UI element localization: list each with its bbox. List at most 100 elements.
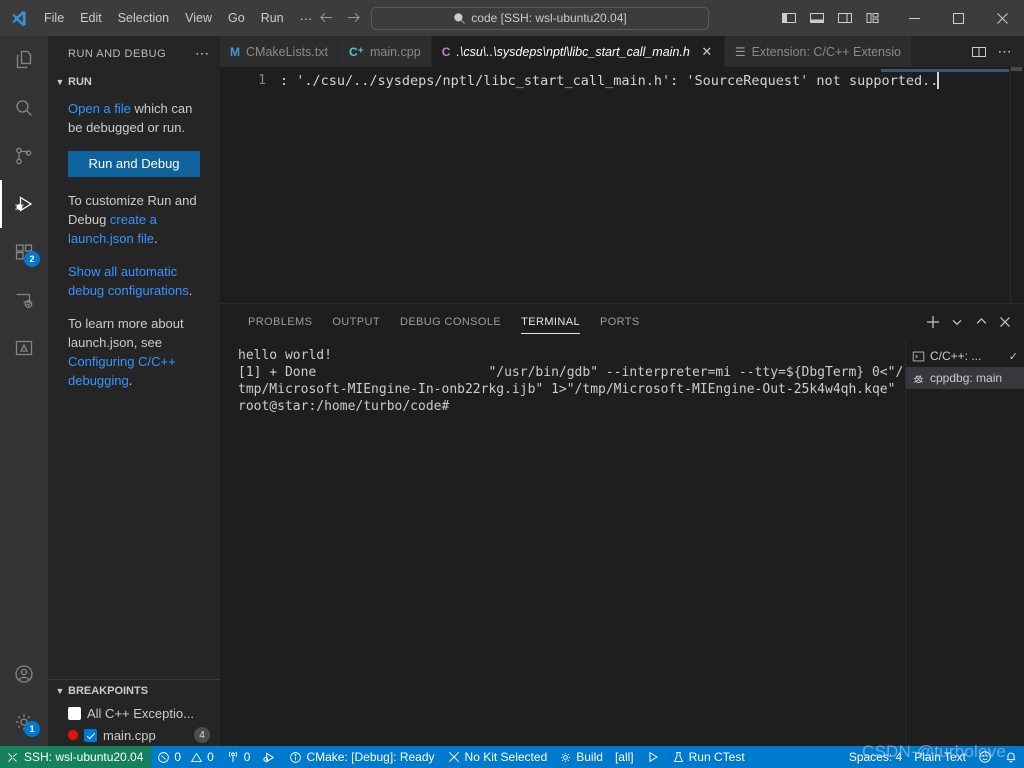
status-kit-select[interactable]: No Kit Selected <box>441 746 554 768</box>
configuring-cpp-debugging-link[interactable]: Configuring C/C++ debugging <box>68 354 176 388</box>
layout-controls <box>776 5 892 31</box>
panel-tab-ports[interactable]: PORTS <box>590 304 650 339</box>
status-radio-tower[interactable]: 0 <box>220 746 257 768</box>
sidebar-more-actions[interactable]: ⋯ <box>195 45 220 62</box>
minimap-line-marker <box>881 69 1009 72</box>
tab-main-cpp[interactable]: C⁺ main.cpp <box>338 36 432 67</box>
activity-manage-settings[interactable]: 1 <box>0 698 48 746</box>
radio-tower-count: 0 <box>243 750 251 764</box>
status-debug-alt[interactable] <box>256 746 283 768</box>
command-center[interactable]: code [SSH: wsl-ubuntu20.04] <box>371 6 709 30</box>
activity-remote-explorer[interactable] <box>0 276 48 324</box>
chevron-down-icon[interactable] <box>946 311 968 333</box>
tab-libc-start-call-main-h[interactable]: C .\csu\..\sysdeps\nptl\libc_start_call_… <box>431 36 725 67</box>
activity-extensions[interactable]: 2 <box>0 228 48 276</box>
activity-testing[interactable] <box>0 324 48 372</box>
new-terminal-icon[interactable] <box>922 311 944 333</box>
breakpoint-row-all-cpp-exceptions[interactable]: All C++ Exceptio... <box>48 702 220 724</box>
terminal-list-item-cppdbg-main[interactable]: cppdbg: main <box>906 367 1024 389</box>
breakpoint-row-main-cpp[interactable]: main.cpp 4 <box>48 724 220 746</box>
menu-run[interactable]: Run <box>253 0 292 36</box>
menu-go[interactable]: Go <box>220 0 253 36</box>
status-indentation[interactable]: Spaces: 4 <box>843 746 908 768</box>
tab-extension-c-cpp[interactable]: ☰ Extension: C/C++ Extensio <box>724 36 912 67</box>
extension-page-icon: ☰ <box>734 44 746 59</box>
menu-bar[interactable]: File Edit Selection View Go Run ⋯ <box>36 0 320 36</box>
cpp-file-icon: C⁺ <box>348 44 364 59</box>
play-icon <box>646 750 660 764</box>
title-bar-right <box>776 0 1024 36</box>
learn-more-pre: To learn more about launch.json, see <box>68 316 184 350</box>
breakpoints-label: BREAKPOINTS <box>68 685 149 697</box>
toggle-panel-icon[interactable] <box>804 5 830 31</box>
show-all-automatic-configs-link[interactable]: Show all automatic debug configurations <box>68 264 189 298</box>
status-language-mode[interactable]: Plain Text <box>908 746 972 768</box>
breakpoint-line-badge: 4 <box>194 727 210 743</box>
close-panel-icon[interactable] <box>994 311 1016 333</box>
toggle-primary-sidebar-icon[interactable] <box>776 5 802 31</box>
menu-edit[interactable]: Edit <box>72 0 110 36</box>
show-all-post: . <box>188 283 193 298</box>
split-editor-icon[interactable] <box>968 41 990 63</box>
editor-scrollbar[interactable] <box>881 67 1024 303</box>
chevron-down-icon: ▼ <box>55 77 65 87</box>
run-section-header[interactable]: ▼ RUN <box>48 71 220 93</box>
tab-cmakelists-txt[interactable]: M CMakeLists.txt <box>220 36 339 67</box>
panel-tab-output[interactable]: OUTPUT <box>322 304 390 339</box>
status-notifications[interactable] <box>998 746 1024 768</box>
remote-label: SSH: wsl-ubuntu20.04 <box>24 750 144 764</box>
status-run-ctest[interactable]: Run CTest <box>666 746 751 768</box>
menu-selection[interactable]: Selection <box>110 0 177 36</box>
window-close-button[interactable] <box>980 0 1024 36</box>
maximize-panel-icon[interactable] <box>970 311 992 333</box>
tabs-filler: ⋯ <box>911 36 1024 67</box>
panel-tab-debug-console[interactable]: DEBUG CONSOLE <box>390 304 511 339</box>
close-icon[interactable]: ✕ <box>700 44 714 60</box>
scrollbar-thumb[interactable] <box>1011 67 1022 71</box>
terminal-output[interactable]: hello world! [1] + Done "/usr/bin/gdb" -… <box>220 339 905 746</box>
status-build[interactable]: Build <box>553 746 609 768</box>
activity-bar: 2 1 <box>0 36 48 746</box>
search-icon <box>453 12 466 25</box>
chevron-down-icon: ▼ <box>55 686 65 696</box>
activity-source-control[interactable] <box>0 132 48 180</box>
status-problems[interactable]: 0 0 <box>151 746 219 768</box>
status-feedback[interactable] <box>972 746 998 768</box>
terminal-list-label: C/C++: ... <box>930 349 982 363</box>
editor-tabs: M CMakeLists.txt C⁺ main.cpp C .\csu\..\… <box>220 36 1024 67</box>
breakpoint-checkbox[interactable] <box>68 706 81 720</box>
panel-tab-terminal[interactable]: TERMINAL <box>511 304 590 339</box>
activity-explorer[interactable] <box>0 36 48 84</box>
window-minimize-button[interactable] <box>892 0 936 36</box>
line-number: 1 <box>258 73 266 88</box>
debug-alt-icon <box>262 750 277 765</box>
panel-actions <box>922 304 1024 339</box>
window-maximize-button[interactable] <box>936 0 980 36</box>
editor-more-actions[interactable]: ⋯ <box>994 41 1016 63</box>
breakpoints-section: ▼ BREAKPOINTS All C++ Exceptio... main.c… <box>48 679 220 746</box>
status-launch[interactable] <box>640 746 666 768</box>
arrow-left-icon[interactable] <box>315 7 337 29</box>
menu-view[interactable]: View <box>177 0 220 36</box>
activity-search[interactable] <box>0 84 48 132</box>
status-build-target[interactable]: [all] <box>609 746 640 768</box>
status-cmake-ready[interactable]: CMake: [Debug]: Ready <box>283 746 440 768</box>
terminal-list-item-c-cpp[interactable]: C/C++: ... ✓ <box>906 345 1024 367</box>
open-a-file-link[interactable]: Open a file <box>68 101 131 116</box>
breakpoints-header[interactable]: ▼ BREAKPOINTS <box>48 680 220 702</box>
breakpoint-checkbox[interactable] <box>84 728 97 742</box>
toggle-secondary-sidebar-icon[interactable] <box>832 5 858 31</box>
run-ctest-label: Run CTest <box>688 750 745 764</box>
kit-label: No Kit Selected <box>464 750 548 764</box>
customize-post: . <box>154 231 158 246</box>
status-remote-indicator[interactable]: SSH: wsl-ubuntu20.04 <box>0 746 152 768</box>
editor-code-area[interactable]: 1 : './csu/../sysdeps/nptl/libc_start_ca… <box>220 67 1010 303</box>
menu-file[interactable]: File <box>36 0 72 36</box>
panel-tab-problems[interactable]: PROBLEMS <box>238 304 322 339</box>
code-editor[interactable]: 1 : './csu/../sysdeps/nptl/libc_start_ca… <box>220 67 1024 303</box>
activity-run-and-debug[interactable] <box>0 180 48 228</box>
arrow-right-icon[interactable] <box>343 7 365 29</box>
run-and-debug-button[interactable]: Run and Debug <box>68 151 200 177</box>
activity-accounts[interactable] <box>0 650 48 698</box>
customize-layout-icon[interactable] <box>860 5 886 31</box>
